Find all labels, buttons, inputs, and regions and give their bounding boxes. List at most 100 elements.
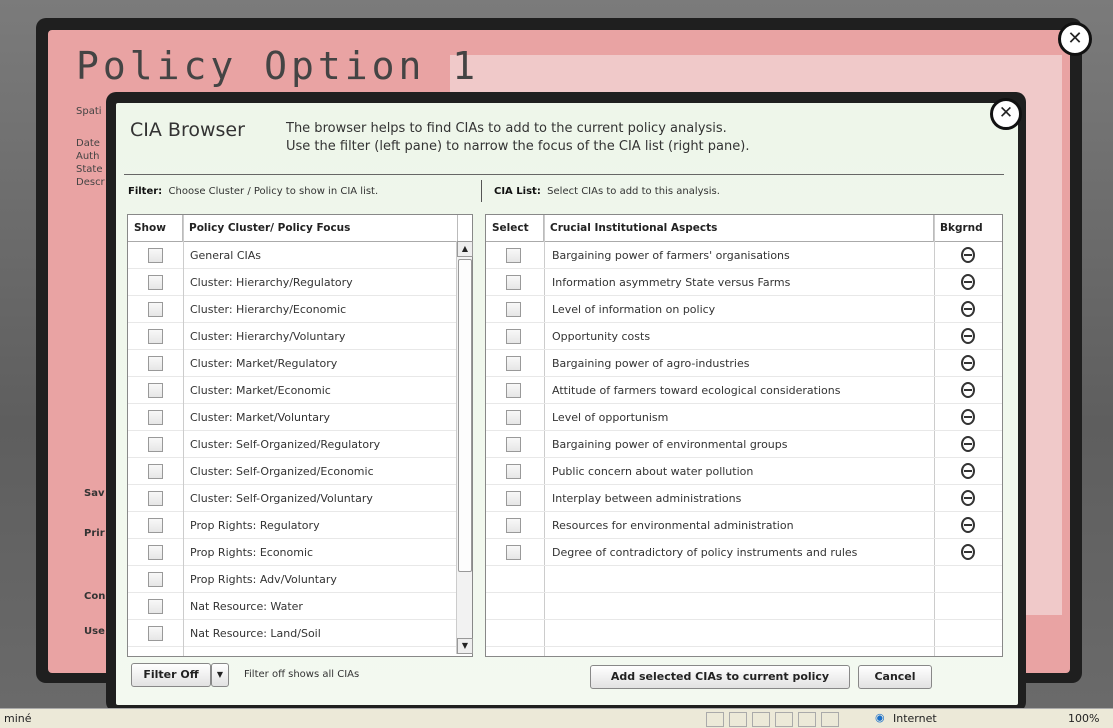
list-item[interactable]: Nat Resource: Water bbox=[128, 593, 457, 620]
background-info-icon[interactable] bbox=[961, 274, 975, 290]
status-segment bbox=[729, 712, 747, 727]
status-segment bbox=[821, 712, 839, 727]
table-row[interactable]: Opportunity costs bbox=[486, 323, 1002, 350]
show-checkbox[interactable] bbox=[148, 410, 163, 425]
cia-label: Bargaining power of environmental groups bbox=[552, 438, 788, 451]
close-icon[interactable]: ✕ bbox=[1058, 22, 1092, 56]
show-checkbox[interactable] bbox=[148, 383, 163, 398]
list-item[interactable]: Cluster: Self-Organized/Regulatory bbox=[128, 431, 457, 458]
show-checkbox[interactable] bbox=[148, 248, 163, 263]
table-row[interactable]: Bargaining power of farmers' organisatio… bbox=[486, 242, 1002, 269]
list-item[interactable]: Cluster: Hierarchy/Economic bbox=[128, 296, 457, 323]
scroll-thumb[interactable] bbox=[458, 259, 472, 572]
policy-focus-label: Cluster: Hierarchy/Voluntary bbox=[190, 330, 346, 343]
con-link[interactable]: Con bbox=[84, 591, 105, 602]
column-header-policy-focus[interactable]: Policy Cluster/ Policy Focus bbox=[183, 215, 458, 242]
meta-label: Descr bbox=[76, 177, 105, 188]
list-item[interactable]: Cluster: Hierarchy/Voluntary bbox=[128, 323, 457, 350]
show-checkbox[interactable] bbox=[148, 437, 163, 452]
list-item[interactable]: Cluster: Market/Voluntary bbox=[128, 404, 457, 431]
background-info-icon[interactable] bbox=[961, 544, 975, 560]
chevron-down-icon[interactable]: ▼ bbox=[211, 663, 229, 687]
show-checkbox[interactable] bbox=[148, 302, 163, 317]
select-checkbox[interactable] bbox=[506, 437, 521, 452]
status-segment bbox=[752, 712, 770, 727]
close-icon[interactable]: ✕ bbox=[990, 98, 1022, 130]
print-link[interactable]: Prir bbox=[84, 528, 105, 539]
background-info-icon[interactable] bbox=[961, 355, 975, 371]
list-item[interactable]: Cluster: Self-Organized/Voluntary bbox=[128, 485, 457, 512]
list-item[interactable]: Cluster: Self-Organized/Economic bbox=[128, 458, 457, 485]
select-checkbox[interactable] bbox=[506, 545, 521, 560]
background-info-icon[interactable] bbox=[961, 463, 975, 479]
filter-label: Filter: bbox=[128, 186, 163, 197]
show-checkbox[interactable] bbox=[148, 275, 163, 290]
select-checkbox[interactable] bbox=[506, 518, 521, 533]
column-header-aspects[interactable]: Crucial Institutional Aspects bbox=[544, 215, 934, 242]
background-info-icon[interactable] bbox=[961, 247, 975, 263]
meta-label: State bbox=[76, 164, 103, 175]
show-checkbox[interactable] bbox=[148, 545, 163, 560]
list-item[interactable]: Prop Rights: Adv/Voluntary bbox=[128, 566, 457, 593]
use-link[interactable]: Use bbox=[84, 626, 105, 637]
policy-focus-label: Prop Rights: Adv/Voluntary bbox=[190, 573, 337, 586]
filter-off-button[interactable]: Filter Off bbox=[131, 663, 211, 687]
background-info-icon[interactable] bbox=[961, 409, 975, 425]
list-item[interactable]: Prop Rights: Economic bbox=[128, 539, 457, 566]
select-checkbox[interactable] bbox=[506, 275, 521, 290]
table-row[interactable]: Level of opportunism bbox=[486, 404, 1002, 431]
cia-label: Bargaining power of farmers' organisatio… bbox=[552, 249, 790, 262]
show-checkbox[interactable] bbox=[148, 572, 163, 587]
table-row[interactable]: Public concern about water pollution bbox=[486, 458, 1002, 485]
table-row[interactable]: Attitude of farmers toward ecological co… bbox=[486, 377, 1002, 404]
show-checkbox[interactable] bbox=[148, 518, 163, 533]
select-checkbox[interactable] bbox=[506, 248, 521, 263]
background-info-icon[interactable] bbox=[961, 382, 975, 398]
select-checkbox[interactable] bbox=[506, 410, 521, 425]
show-checkbox[interactable] bbox=[148, 491, 163, 506]
background-info-icon[interactable] bbox=[961, 328, 975, 344]
list-item[interactable]: Nat Resource: Land/Soil bbox=[128, 620, 457, 647]
background-info-icon[interactable] bbox=[961, 301, 975, 317]
background-info-icon[interactable] bbox=[961, 436, 975, 452]
select-checkbox[interactable] bbox=[506, 491, 521, 506]
scrollbar[interactable]: ▲ ▼ bbox=[456, 241, 473, 654]
cia-label: Interplay between administrations bbox=[552, 492, 742, 505]
table-row[interactable]: Information asymmetry State versus Farms bbox=[486, 269, 1002, 296]
table-row[interactable]: Level of information on policy bbox=[486, 296, 1002, 323]
cia-label: Information asymmetry State versus Farms bbox=[552, 276, 791, 289]
scroll-down-icon[interactable]: ▼ bbox=[457, 638, 473, 654]
zone-label: Internet bbox=[893, 712, 937, 725]
meta-label: Auth bbox=[76, 151, 100, 162]
background-info-icon[interactable] bbox=[961, 517, 975, 533]
table-row[interactable]: Degree of contradictory of policy instru… bbox=[486, 539, 1002, 566]
select-checkbox[interactable] bbox=[506, 329, 521, 344]
show-checkbox[interactable] bbox=[148, 329, 163, 344]
column-header-bkgrnd[interactable]: Bkgrnd bbox=[934, 215, 1002, 242]
select-checkbox[interactable] bbox=[506, 464, 521, 479]
table-row[interactable]: Bargaining power of environmental groups bbox=[486, 431, 1002, 458]
show-checkbox[interactable] bbox=[148, 356, 163, 371]
select-checkbox[interactable] bbox=[506, 356, 521, 371]
list-item[interactable]: Prop Rights: Regulatory bbox=[128, 512, 457, 539]
save-link[interactable]: Sav bbox=[84, 488, 104, 499]
add-selected-button[interactable]: Add selected CIAs to current policy bbox=[590, 665, 850, 689]
scroll-up-icon[interactable]: ▲ bbox=[457, 241, 473, 257]
table-row[interactable]: Bargaining power of agro-industries bbox=[486, 350, 1002, 377]
select-checkbox[interactable] bbox=[506, 302, 521, 317]
show-checkbox[interactable] bbox=[148, 464, 163, 479]
show-checkbox[interactable] bbox=[148, 626, 163, 641]
list-item[interactable]: General CIAs bbox=[128, 242, 457, 269]
background-info-icon[interactable] bbox=[961, 490, 975, 506]
table-row[interactable]: Interplay between administrations bbox=[486, 485, 1002, 512]
list-item[interactable]: Cluster: Market/Regulatory bbox=[128, 350, 457, 377]
show-checkbox[interactable] bbox=[148, 599, 163, 614]
table-row[interactable]: Resources for environmental administrati… bbox=[486, 512, 1002, 539]
select-checkbox[interactable] bbox=[506, 383, 521, 398]
column-header-select[interactable]: Select bbox=[486, 215, 544, 242]
column-header-show[interactable]: Show bbox=[128, 215, 183, 242]
list-item[interactable]: Cluster: Market/Economic bbox=[128, 377, 457, 404]
list-item[interactable]: Cluster: Hierarchy/Regulatory bbox=[128, 269, 457, 296]
zoom-level[interactable]: 100% bbox=[1068, 712, 1099, 725]
cancel-button[interactable]: Cancel bbox=[858, 665, 932, 689]
